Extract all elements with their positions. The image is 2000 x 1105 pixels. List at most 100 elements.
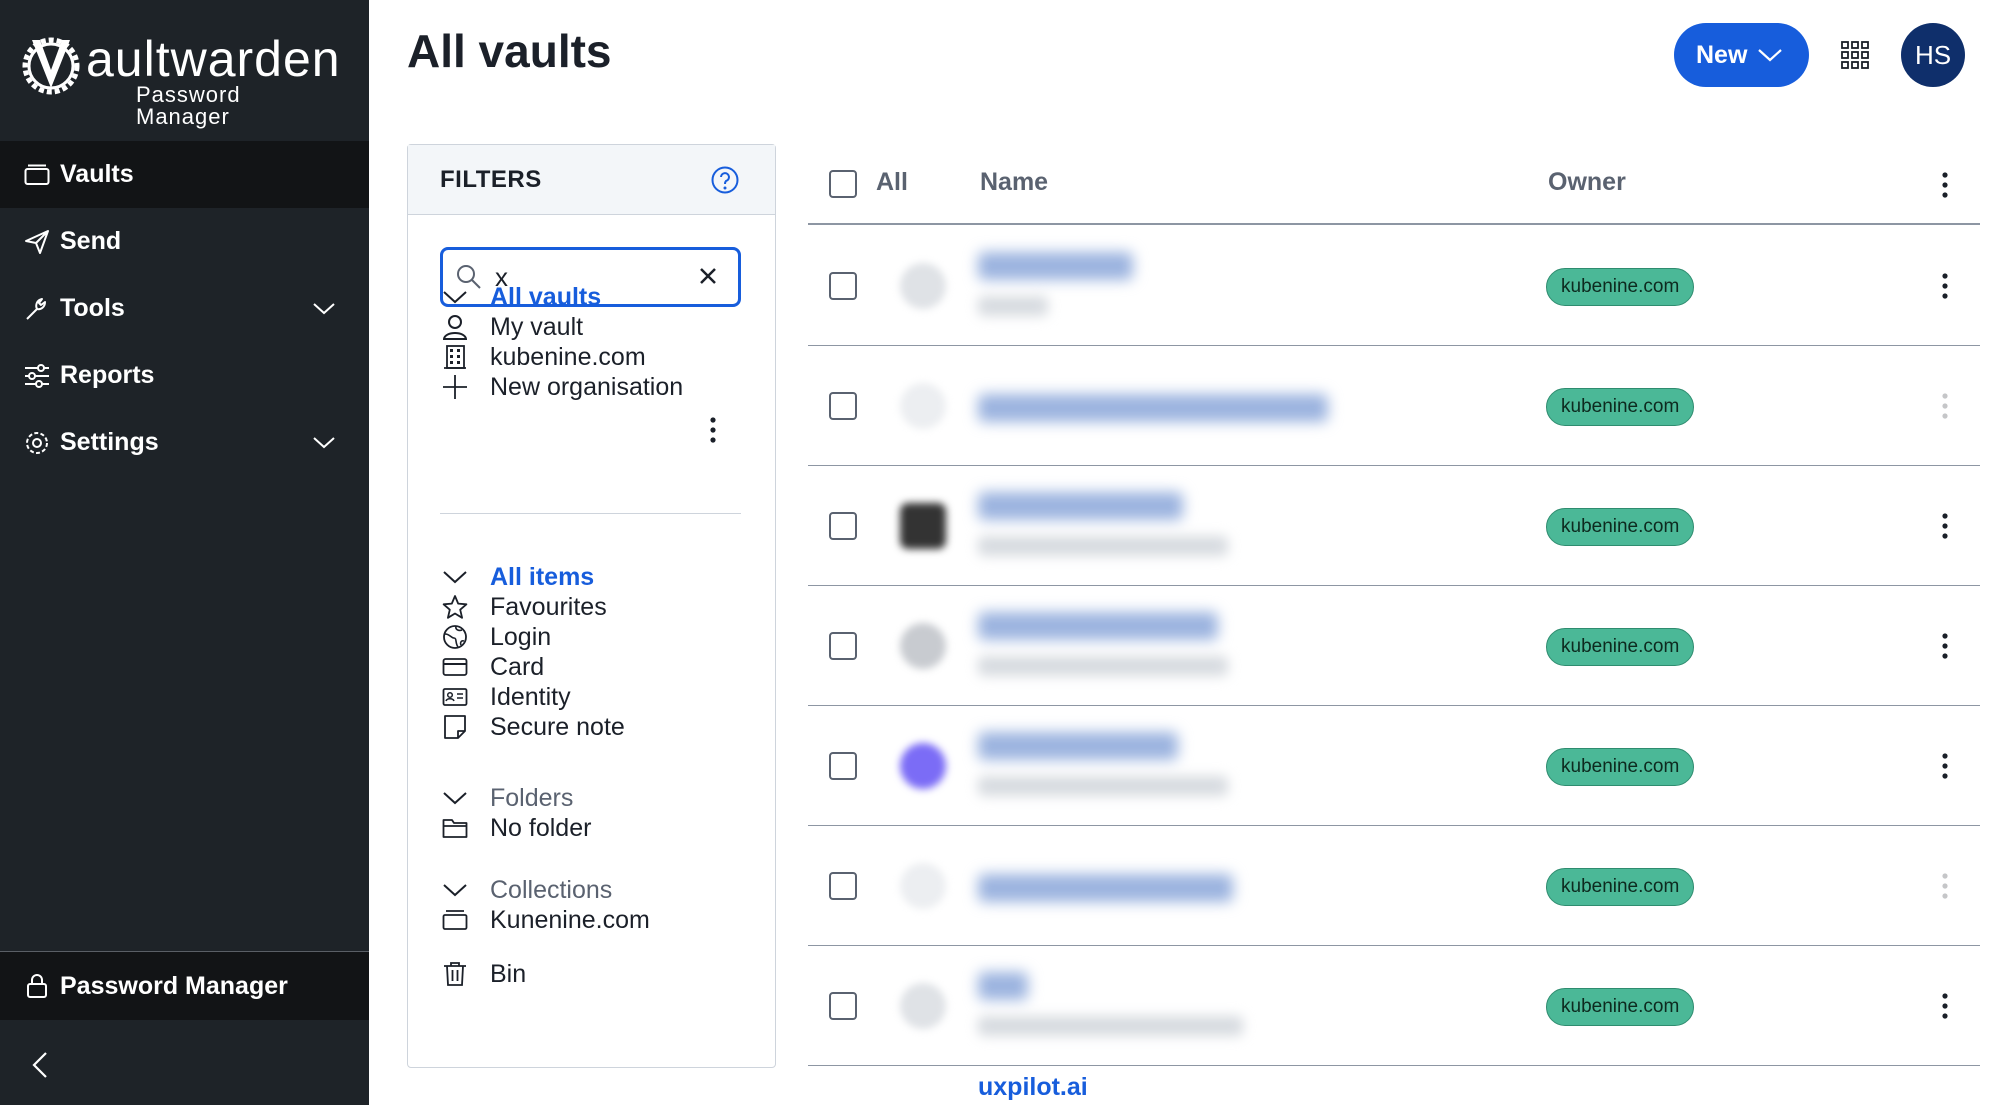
kebab-menu-icon[interactable] [1940, 511, 1950, 541]
filter-favourites[interactable]: Favourites [440, 590, 607, 624]
row-checkbox[interactable] [829, 872, 857, 900]
select-all-checkbox[interactable] [829, 170, 857, 198]
row-checkbox[interactable] [829, 992, 857, 1020]
sidebar-item-settings[interactable]: Settings [0, 409, 369, 476]
chevron-down-icon[interactable] [311, 429, 337, 455]
item-subtitle-redacted [978, 536, 1228, 556]
filter-my-vault[interactable]: My vault [440, 310, 583, 344]
table-row-partial[interactable]: uxpilot.ai [808, 1059, 1980, 1105]
help-icon[interactable] [710, 165, 740, 195]
vaultwarden-gear-logo-icon [22, 37, 80, 95]
owner-badge: kubenine.com [1546, 868, 1695, 906]
sidebar-item-label: Reports [60, 361, 155, 389]
kebab-menu-icon[interactable] [1940, 271, 1950, 301]
filter-label: New organisation [490, 372, 684, 401]
kebab-menu-icon[interactable] [1940, 751, 1950, 781]
filter-label: Kunenine.com [490, 905, 650, 934]
filter-label: No folder [490, 813, 592, 842]
grid-icon[interactable] [1840, 40, 1870, 70]
column-owner[interactable]: Owner [1548, 168, 1626, 197]
filter-label: Collections [490, 875, 613, 904]
close-icon[interactable] [697, 265, 719, 287]
product-switcher-password-manager[interactable]: Password Manager [0, 952, 369, 1020]
item-name[interactable]: uxpilot.ai [978, 1073, 1088, 1102]
chevron-down-icon[interactable] [440, 783, 470, 813]
item-name-redacted[interactable] [978, 492, 1183, 520]
chevron-down-icon[interactable] [440, 562, 470, 592]
filter-collection-kunenine[interactable]: Kunenine.com [440, 903, 650, 937]
plus-icon [440, 372, 470, 402]
item-favicon [900, 383, 946, 429]
chevron-down-icon [1758, 49, 1783, 62]
filter-folders-heading[interactable]: Folders [440, 781, 573, 815]
item-name-redacted[interactable] [978, 612, 1218, 640]
sidebar-item-send[interactable]: Send [0, 208, 369, 275]
collection-icon [440, 905, 470, 935]
row-checkbox[interactable] [829, 752, 857, 780]
sidebar: aultwarden Password Manager Vaults Send … [0, 0, 369, 1105]
kebab-menu-icon[interactable] [708, 415, 718, 445]
column-name[interactable]: Name [980, 168, 1048, 197]
table-row[interactable]: kubenine.com [808, 226, 1980, 346]
chevron-down-icon[interactable] [440, 875, 470, 905]
user-icon [440, 312, 470, 342]
row-checkbox[interactable] [829, 392, 857, 420]
new-button[interactable]: New [1674, 23, 1809, 87]
table-row[interactable]: kubenine.com [808, 946, 1980, 1066]
vault-icon [22, 160, 52, 190]
table-row[interactable]: kubenine.com [808, 586, 1980, 706]
owner-badge: kubenine.com [1546, 388, 1695, 426]
sidebar-item-tools[interactable]: Tools [0, 275, 369, 342]
filter-label: Secure note [490, 712, 625, 741]
filter-bin[interactable]: Bin [440, 957, 526, 991]
sidebar-item-label: Tools [60, 294, 125, 322]
kebab-menu-icon[interactable] [1940, 631, 1950, 661]
filter-org-kubenine[interactable]: kubenine.com [440, 340, 646, 374]
chevron-down-icon[interactable] [440, 282, 470, 312]
avatar[interactable]: HS [1901, 23, 1965, 87]
table-row[interactable]: kubenine.com [808, 466, 1980, 586]
table-row[interactable]: kubenine.com [808, 346, 1980, 466]
filter-label: Card [490, 652, 545, 681]
column-all[interactable]: All [876, 168, 908, 197]
item-name-redacted[interactable] [978, 874, 1233, 902]
sidebar-item-reports[interactable]: Reports [0, 342, 369, 409]
item-subtitle-redacted [978, 656, 1228, 676]
table-row[interactable]: kubenine.com [808, 706, 1980, 826]
filter-secure-note[interactable]: Secure note [440, 710, 625, 744]
filter-new-organisation[interactable]: New organisation [440, 370, 683, 404]
chevron-down-icon[interactable] [311, 295, 337, 321]
sidebar-item-label: Send [60, 227, 122, 255]
filter-login[interactable]: Login [440, 620, 551, 654]
item-name-redacted[interactable] [978, 972, 1028, 1000]
vault-items-table: All Name Owner kubenine.com kubenine.com… [808, 144, 1980, 1105]
filters-divider [440, 513, 741, 514]
row-checkbox[interactable] [829, 512, 857, 540]
kebab-menu-icon[interactable] [1940, 170, 1950, 200]
row-checkbox[interactable] [829, 632, 857, 660]
kebab-menu-icon[interactable] [1940, 871, 1950, 901]
chevron-left-icon[interactable] [26, 1050, 56, 1080]
wrench-icon [22, 294, 52, 324]
filter-label: All items [490, 562, 595, 591]
filter-no-folder[interactable]: No folder [440, 811, 591, 845]
item-name-redacted[interactable] [978, 394, 1328, 422]
owner-badge: kubenine.com [1546, 628, 1695, 666]
filter-card[interactable]: Card [440, 650, 544, 684]
filter-all-items[interactable]: All items [440, 560, 594, 594]
vaultwarden-logo[interactable]: aultwarden Password Manager [20, 28, 340, 128]
sidebar-item-vaults[interactable]: Vaults [0, 141, 369, 208]
table-row[interactable]: kubenine.com [808, 826, 1980, 946]
credit-card-icon [440, 652, 470, 682]
filter-label: All vaults [490, 282, 602, 311]
kebab-menu-icon[interactable] [1940, 391, 1950, 421]
item-name-redacted[interactable] [978, 732, 1178, 760]
row-checkbox[interactable] [829, 272, 857, 300]
sidebar-item-label: Vaults [60, 160, 134, 188]
filter-identity[interactable]: Identity [440, 680, 571, 714]
item-name-redacted[interactable] [978, 252, 1133, 280]
filter-all-vaults[interactable]: All vaults [440, 280, 601, 314]
filter-collections-heading[interactable]: Collections [440, 873, 612, 907]
folder-icon [440, 813, 470, 843]
kebab-menu-icon[interactable] [1940, 991, 1950, 1021]
